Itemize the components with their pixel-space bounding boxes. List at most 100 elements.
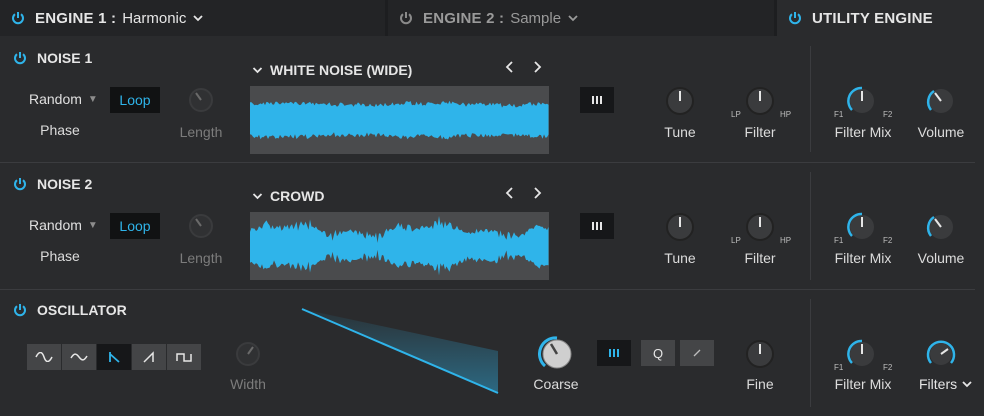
keyboard-tracking-button[interactable] [580, 213, 614, 239]
chevron-down-icon[interactable] [568, 13, 578, 23]
engine-1-value[interactable]: Harmonic [122, 10, 186, 27]
chevron-left-icon[interactable] [505, 186, 515, 205]
tune-knob[interactable] [665, 86, 695, 121]
filters-label: Filters [919, 376, 958, 392]
engine-2-tab[interactable]: ENGINE 2 : Sample [388, 0, 774, 36]
loop-button[interactable]: Loop [110, 87, 160, 113]
chevron-down-icon [962, 381, 972, 388]
utility-engine-tab[interactable]: UTILITY ENGINE [777, 0, 984, 36]
length-label: Length [179, 124, 223, 140]
divider [810, 172, 811, 280]
f1-label: F1 [834, 363, 844, 372]
divider [810, 46, 811, 152]
power-icon[interactable] [13, 51, 27, 65]
noise-2-title: NOISE 2 [37, 176, 93, 192]
engine-2-value[interactable]: Sample [510, 10, 561, 27]
power-icon[interactable] [788, 11, 802, 25]
length-label: Length [179, 250, 223, 266]
phase-mode-dropdown[interactable]: Random ▼ [29, 91, 98, 107]
engine-1-title: ENGINE 1 : [35, 9, 117, 27]
filter-knob[interactable] [745, 86, 775, 121]
f1-label: F1 [834, 236, 844, 245]
lp-label: LP [731, 236, 741, 245]
keyboard-tracking-button[interactable] [597, 340, 631, 366]
lp-label: LP [731, 110, 741, 119]
power-icon[interactable] [399, 11, 413, 25]
phase-mode-value: Random [29, 217, 82, 233]
saw-wave-graph [301, 308, 499, 394]
fine-knob[interactable] [745, 339, 775, 374]
loop-button[interactable]: Loop [110, 213, 160, 239]
hp-label: HP [780, 236, 792, 245]
utility-engine-title: UTILITY ENGINE [812, 9, 933, 27]
saw-down-icon[interactable] [97, 344, 131, 370]
volume-knob[interactable] [926, 212, 956, 247]
divider [0, 162, 975, 163]
filter-label: Filter [744, 250, 776, 266]
filter-mix-knob[interactable] [847, 339, 877, 374]
noise-2-title-row: NOISE 2 [13, 176, 92, 192]
waveform-icon [250, 216, 549, 276]
power-icon[interactable] [13, 177, 27, 191]
waveform-selector [27, 344, 202, 370]
filter-mix-knob[interactable] [847, 86, 877, 121]
divider [0, 289, 975, 290]
width-knob[interactable] [234, 340, 262, 373]
phase-label: Phase [40, 122, 80, 138]
waveform-preview [300, 307, 500, 400]
filter-knob[interactable] [745, 212, 775, 247]
divider [810, 299, 811, 407]
filter-mix-label: Filter Mix [834, 250, 892, 266]
coarse-label: Coarse [533, 376, 579, 392]
filter-label: Filter [744, 124, 776, 140]
chevron-right-icon[interactable] [532, 60, 542, 79]
waveform-display[interactable] [250, 86, 549, 154]
sine-icon[interactable] [27, 344, 61, 370]
power-icon[interactable] [13, 303, 27, 317]
chevron-down-icon [252, 193, 263, 200]
tune-knob[interactable] [665, 212, 695, 247]
filters-dropdown[interactable]: Filters [919, 376, 972, 392]
sample-selector[interactable]: CROWD [252, 188, 324, 204]
chevron-down-icon: ▼ [87, 93, 98, 105]
length-knob[interactable] [187, 212, 215, 245]
phase-label: Phase [40, 248, 80, 264]
chevron-left-icon[interactable] [505, 60, 515, 79]
engine-2-title: ENGINE 2 : [423, 9, 505, 27]
hp-label: HP [780, 110, 792, 119]
volume-knob[interactable] [926, 86, 956, 121]
filter-mix-label: Filter Mix [834, 376, 892, 392]
filters-knob[interactable] [926, 339, 956, 374]
tune-label: Tune [664, 250, 696, 266]
engine-1-tab[interactable]: ENGINE 1 : Harmonic [0, 0, 385, 36]
chevron-right-icon[interactable] [532, 186, 542, 205]
chevron-down-icon[interactable] [193, 13, 204, 23]
volume-label: Volume [917, 124, 965, 140]
oscillator-title-row: OSCILLATOR [13, 302, 127, 318]
keyboard-icon [592, 96, 602, 104]
oscillator-title: OSCILLATOR [37, 302, 127, 318]
keyboard-icon [609, 349, 619, 357]
fine-label: Fine [746, 376, 774, 392]
phase-mode-dropdown[interactable]: Random ▼ [29, 217, 98, 233]
f1-label: F1 [834, 110, 844, 119]
waveform-display[interactable] [250, 212, 549, 280]
saw-up-icon[interactable] [132, 344, 166, 370]
square-icon[interactable] [167, 344, 201, 370]
sample-name: WHITE NOISE (WIDE) [270, 62, 413, 78]
sample-name: CROWD [270, 188, 325, 204]
length-knob[interactable] [187, 86, 215, 119]
f2-label: F2 [883, 363, 893, 372]
keyboard-tracking-button[interactable] [580, 87, 614, 113]
power-icon[interactable] [11, 11, 25, 25]
triangle-icon[interactable] [62, 344, 96, 370]
filter-mix-knob[interactable] [847, 212, 877, 247]
sample-selector[interactable]: WHITE NOISE (WIDE) [252, 62, 412, 78]
noise-1-title-row: NOISE 1 [13, 50, 92, 66]
chevron-down-icon [252, 67, 263, 74]
tune-label: Tune [664, 124, 696, 140]
coarse-knob[interactable] [538, 335, 576, 378]
chevron-down-icon: ▼ [87, 219, 98, 231]
quantize-button[interactable]: Q [641, 340, 675, 366]
pencil-icon[interactable] [680, 340, 714, 366]
